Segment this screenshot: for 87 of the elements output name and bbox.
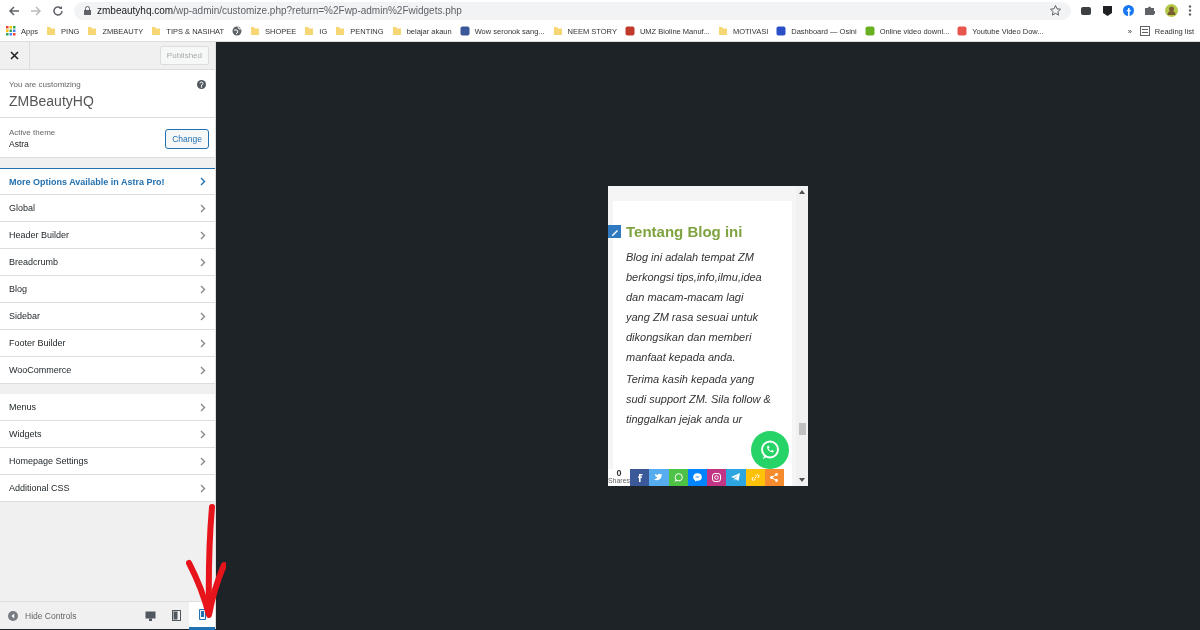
folder-icon: [304, 26, 315, 36]
chevron-icon: [200, 429, 206, 439]
section-label: WooCommerce: [9, 365, 72, 375]
bird-icon: [654, 473, 664, 481]
section-item[interactable]: WooCommerce: [0, 357, 215, 384]
section-label: Menus: [9, 402, 36, 412]
collapse-icon: [8, 610, 18, 621]
intro-text: You are customizing: [9, 80, 82, 89]
section-label: Global: [9, 203, 35, 213]
site-title: ZMBeautyHQ: [9, 93, 95, 109]
url-text: zmbeautyhq.com/wp-admin/customize.php?return=%2Fwp-admin%2Fwidgets.php: [97, 5, 462, 16]
scrollbar[interactable]: [796, 185, 808, 486]
folder-icon: [391, 26, 402, 36]
help-icon[interactable]: [197, 80, 206, 89]
section-label: Additional CSS: [9, 483, 70, 493]
section-item[interactable]: Header Builder: [0, 222, 215, 249]
chevron-icon: [200, 456, 206, 466]
chat-bubble-icon: [692, 472, 702, 482]
chevron-icon: [200, 284, 206, 294]
theme-name: Astra: [9, 139, 30, 149]
extension-icon[interactable]: [1081, 5, 1092, 16]
paragraph: Terima kasih kepada yang sudi support ZM. Sila follow & tinggalkan jejak anda ur: [626, 371, 772, 427]
menu-icon[interactable]: [1188, 5, 1192, 16]
share-icon: [770, 472, 779, 482]
close-icon: [10, 51, 19, 60]
globe-icon[interactable]: [232, 26, 243, 36]
section-item[interactable]: Sidebar: [0, 303, 215, 330]
folder-icon: [717, 26, 728, 36]
chat-bubble-icon: [760, 439, 780, 460]
extension-icon[interactable]: [1102, 5, 1113, 16]
widget-title: Tentang Blog ini: [626, 222, 744, 240]
apps-icon[interactable]: [6, 26, 16, 36]
section-label: Breadcrumb: [9, 257, 59, 267]
hide-controls-button[interactable]: Hide Controls: [0, 610, 137, 621]
chevron-icon: [200, 177, 206, 186]
link-icon: [750, 472, 760, 482]
lock-icon: [84, 6, 91, 15]
chevron-icon: [200, 483, 206, 493]
section-item[interactable]: Global: [0, 195, 215, 222]
section-label: Homepage Settings: [9, 456, 89, 466]
chevron-icon: [200, 402, 206, 412]
section-label: Footer Builder: [9, 338, 66, 348]
section-label: Header Builder: [9, 230, 70, 240]
section-item[interactable]: Widgets: [0, 421, 215, 448]
chevron-icon: [200, 230, 206, 240]
section-label: Sidebar: [9, 311, 41, 321]
folder-icon: [46, 26, 57, 36]
section-item[interactable]: Additional CSS: [0, 475, 215, 502]
promo-item[interactable]: More Options Available in Astra Pro!: [0, 168, 215, 195]
edit-shortcut-button[interactable]: [608, 224, 621, 238]
scrollbar-thumb[interactable]: [799, 422, 806, 435]
section-item[interactable]: Footer Builder: [0, 330, 215, 357]
section-item[interactable]: Menus: [0, 394, 215, 421]
folder-icon: [335, 26, 346, 36]
folder-icon: [552, 26, 563, 36]
reload-icon[interactable]: [52, 4, 64, 17]
chevron-icon: [200, 365, 206, 375]
list-icon: [1139, 26, 1150, 36]
paragraph: Blog ini adalah tempat ZM berkongsi tips,info,ilmu,idea dan macam-macam lagi yang ZM rasa sesuai untuk dikongsikan dan memberi manfaat kepada anda.: [626, 249, 763, 365]
section-item[interactable]: Breadcrumb: [0, 249, 215, 276]
folder-icon: [151, 26, 162, 36]
tablet-icon: [171, 610, 181, 621]
promo-text: More Options Available in Astra Pro!: [9, 176, 165, 187]
avatar-icon[interactable]: [1165, 4, 1178, 17]
camera-icon: [712, 472, 722, 482]
back-icon[interactable]: [8, 4, 20, 17]
star-icon[interactable]: [1050, 5, 1061, 16]
chevron-icon: [200, 338, 206, 348]
section-label: Widgets: [9, 429, 42, 439]
mobile-icon: [198, 608, 206, 620]
theme-label: Active theme: [9, 128, 56, 137]
change-button[interactable]: Change: [165, 128, 209, 149]
folder-icon: [87, 26, 98, 36]
section-item[interactable]: Blog: [0, 276, 215, 303]
chevron-icon: [200, 311, 206, 321]
chat-bubble-icon: [673, 472, 683, 482]
share-count: 0: [616, 468, 622, 477]
desktop-icon: [144, 610, 156, 621]
scroll-down-icon[interactable]: [799, 477, 805, 483]
address-bar[interactable]: zmbeautyhq.com/wp-admin/customize.php?return=%2Fwp-admin%2Fwidgets.php: [74, 1, 1071, 20]
scroll-up-icon[interactable]: [799, 188, 805, 194]
section-item[interactable]: Homepage Settings: [0, 448, 215, 475]
chevron-icon: [200, 203, 206, 213]
chevron-icon: [200, 257, 206, 267]
paper-plane-icon: [731, 473, 741, 481]
section-label: Blog: [9, 284, 27, 294]
folder-icon: [250, 26, 261, 36]
